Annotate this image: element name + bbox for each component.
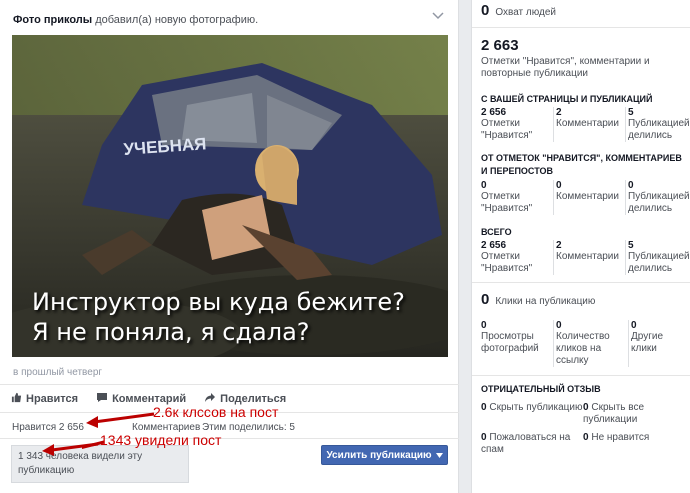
stat-shares: 5 Публикацией делились — [625, 240, 690, 275]
post-stats: Нравится 2 656 Комментариев Этим поделил… — [12, 422, 452, 433]
boost-post-button[interactable]: Усилить публикацию — [321, 445, 448, 465]
reach-label: Охват людей — [495, 7, 557, 18]
total-stats-grid: 2 656 Отметки "Нравится" 2 Комментарии 5 Пу… — [481, 240, 690, 275]
engagement-label: Отметки "Нравится", комментарии и повтор… — [481, 56, 650, 79]
action-text: добавил(а) новую фотографию. — [92, 14, 259, 26]
author-link[interactable]: Фото приколы — [13, 14, 92, 26]
shares-stats-grid: 0 Отметки "Нравится" 0 Комментарии 0 Публик… — [481, 180, 690, 215]
divider — [472, 282, 690, 283]
post-timestamp[interactable]: в прошлый четверг — [13, 367, 102, 378]
like-button[interactable]: Нравится — [11, 392, 78, 406]
clicks-label: Клики на публикацию — [495, 296, 596, 307]
page-stats-grid: 2 656 Отметки "Нравится" 2 Комментарии 5 Пу… — [481, 107, 690, 142]
boost-label: Усилить публикацию — [326, 449, 432, 461]
section-title-page: С ВАШЕЙ СТРАНИЦЫ И ПУБЛИКАЦИЙ — [481, 94, 653, 104]
clicks-number: 0 — [481, 291, 490, 308]
stat-likes: 0 Отметки "Нравится" — [481, 180, 533, 214]
stat-likes: 2 656 Отметки "Нравится" — [481, 240, 533, 274]
clicks-grid: 0 Просмотры фотографий 0 Количество кликов… — [481, 320, 686, 367]
stat-comments: 2 Комментарии — [553, 107, 625, 142]
stat-hide-post: 0 Скрыть публикацию — [481, 402, 583, 413]
divider — [472, 27, 690, 28]
annotation-arrow-2 — [42, 442, 99, 456]
stat-shares: 5 Публикацией делились — [625, 107, 690, 142]
stat-comments: 2 Комментарии — [553, 240, 625, 275]
insights-panel: 0 Охват людей 2 663 Отметки "Нравится", … — [471, 0, 690, 493]
section-title-negative: ОТРИЦАТЕЛЬНЫЙ ОТЗЫВ — [481, 384, 601, 394]
stat-photo-views: 0 Просмотры фотографий — [481, 320, 539, 354]
post-header: Фото приколы добавил(а) новую фотографию… — [13, 14, 258, 26]
stat-link-clicks: 0 Количество кликов на ссылку — [553, 320, 628, 367]
stat-hide-all: 0 Скрыть все публикации — [583, 402, 645, 425]
stat-report-spam: 0 Пожаловаться на спам — [481, 432, 571, 455]
stat-likes: 2 656 Отметки "Нравится" — [481, 107, 533, 141]
annotation-likes: 2.6к клссов на пост — [153, 404, 279, 420]
section-title-shares: ОТ ОТМЕТОК "НРАВИТСЯ", КОММЕНТАРИЕВ И ПЕ… — [481, 153, 682, 176]
divider — [472, 375, 690, 376]
thumbs-up-icon — [11, 392, 22, 406]
chevron-down-icon[interactable] — [432, 12, 446, 24]
caption-line-1: Инструктор вы куда бежите? — [32, 288, 405, 316]
stat-shares: 0 Публикацией делились — [625, 180, 690, 215]
annotation-seen: 1343 увидели пост — [100, 432, 222, 448]
like-label: Нравится — [26, 393, 79, 405]
post-card: Фото приколы добавил(а) новую фотографию… — [0, 0, 459, 493]
section-title-total: ВСЕГО — [481, 227, 512, 237]
likes-count[interactable]: Нравится 2 656 — [12, 422, 84, 433]
caption-line-2: Я не поняла, я сдала? — [32, 318, 310, 346]
divider — [0, 438, 459, 439]
stat-comments: 0 Комментарии — [553, 180, 625, 215]
negative-grid: 0 Скрыть публикацию 0 Скрыть все публика… — [481, 402, 686, 456]
post-photo[interactable]: УЧЕБНАЯ Инструктор вы куда бежите? Я не … — [12, 35, 448, 357]
stat-other-clicks: 0 Другие клики — [628, 320, 686, 367]
engagement-total: 2 663 — [481, 37, 519, 54]
divider — [0, 384, 459, 385]
stat-unlike: 0 Не нравится — [583, 432, 650, 443]
comment-icon — [96, 392, 108, 406]
reach-number: 0 — [481, 2, 490, 19]
caret-down-icon — [435, 450, 443, 461]
